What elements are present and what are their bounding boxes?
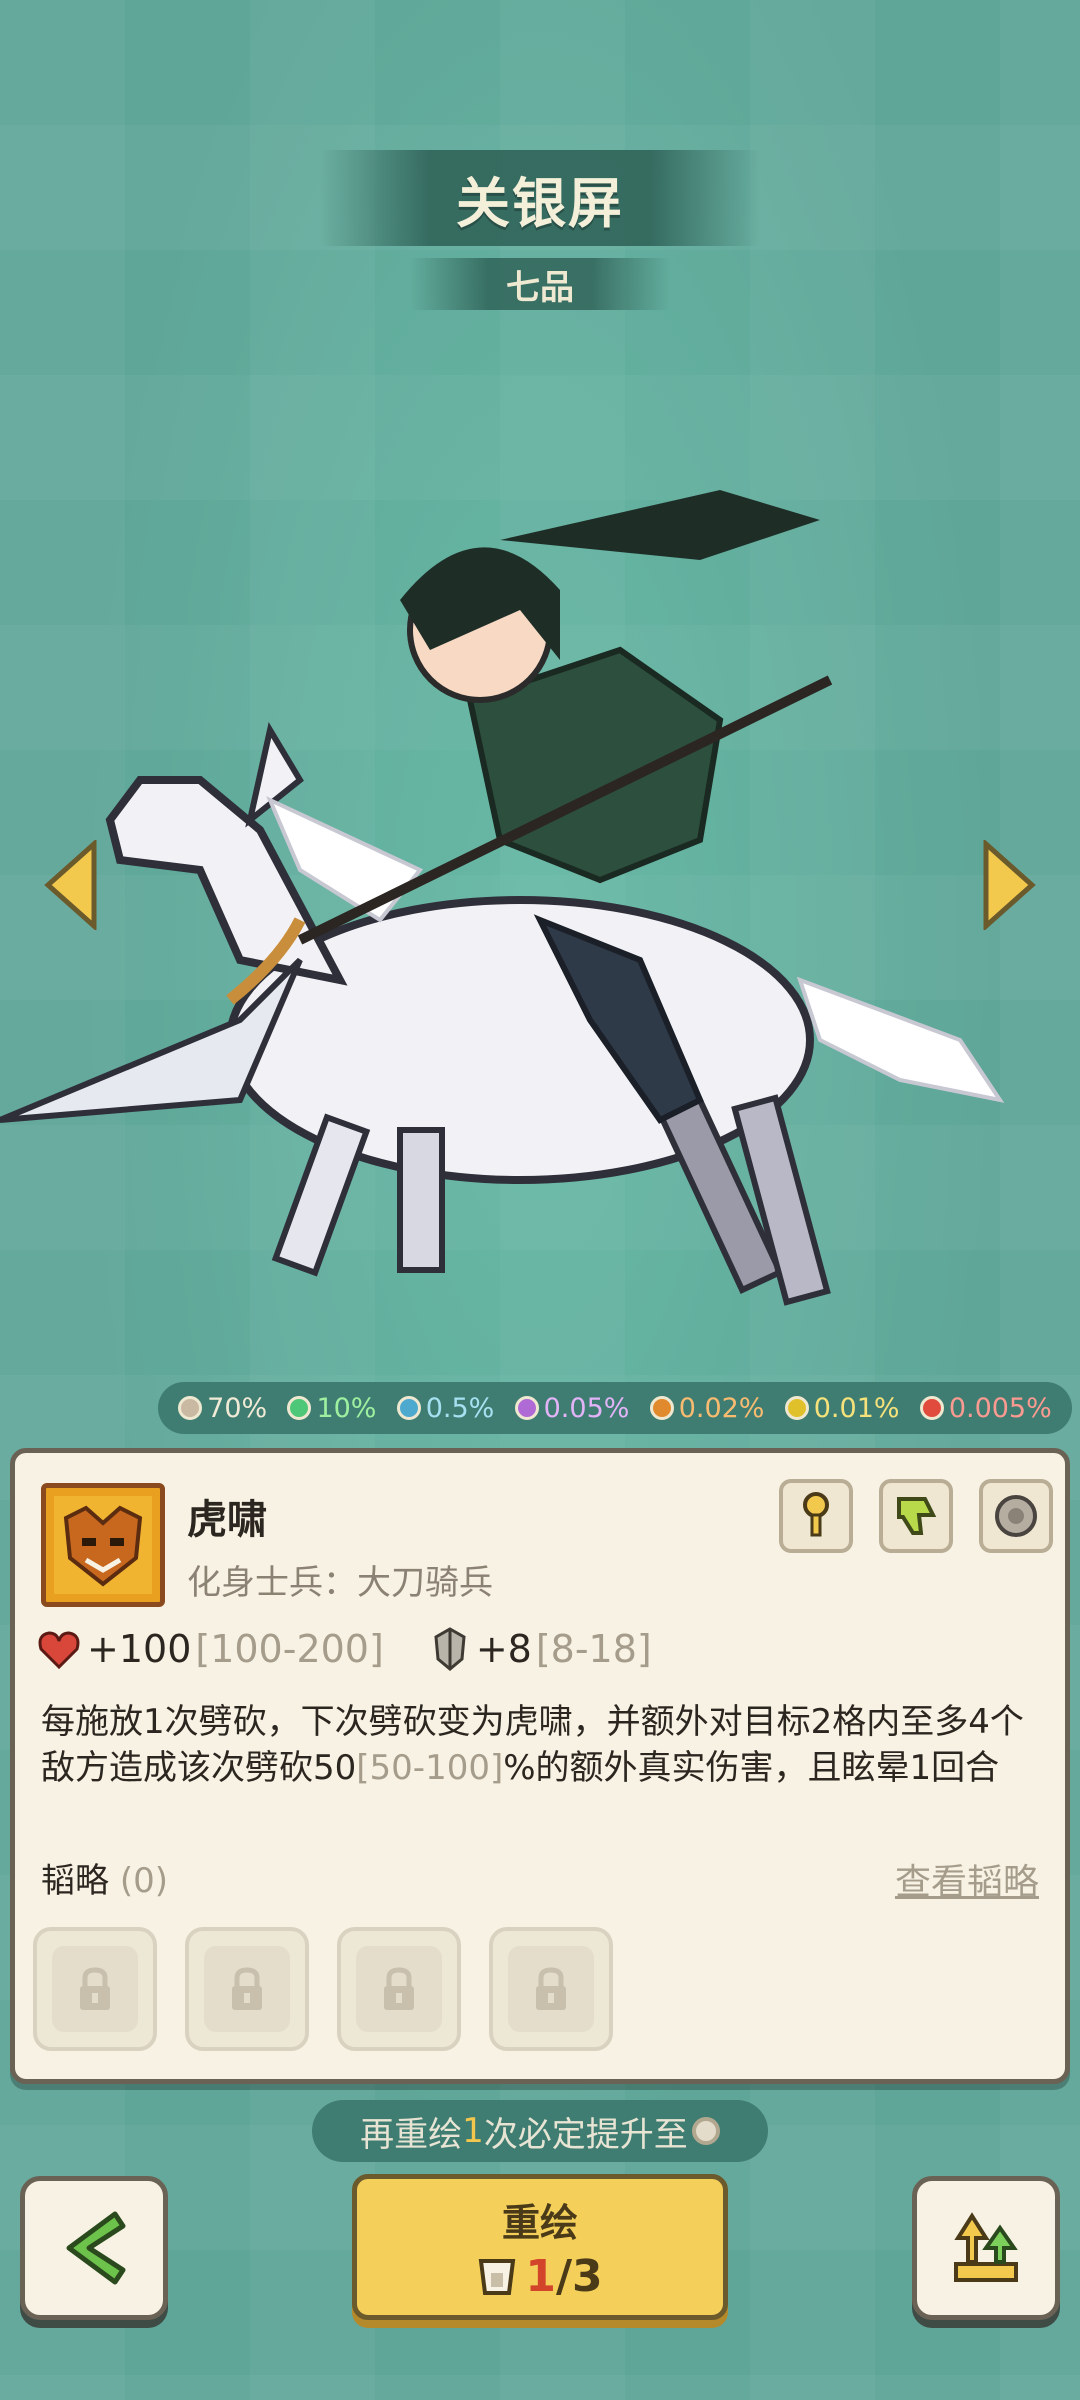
atk-range: [8-18] [535,1627,652,1671]
desc-part-b: %的额外真实伤害，且眩晕1回合 [503,1748,1000,1788]
quality-rates-bar: 70% 10% 0.5% 0.05% 0.02% 0.01% 0.005% [158,1382,1072,1434]
tactic-slot-2[interactable] [185,1927,309,2051]
skill-stats: +100 [100-200] +8 [8-18] [37,1627,652,1671]
hint-suffix: 次必定提升至 [483,2114,688,2155]
scroll-ticket-icon [479,2258,516,2295]
quality-rate-value: 0.005% [948,1392,1052,1424]
tactics-title: 韬略 [41,1861,109,1901]
redraw-label: 重绘 [501,2201,578,2245]
tiger-skill-icon [41,1483,165,1607]
quality-coin-icon [691,2117,720,2145]
desc-range: [50-100] [356,1748,504,1788]
hint-count: 1 [462,2111,484,2151]
redraw-hint: 再重绘 1 次必定提升至 [312,2100,768,2162]
back-button[interactable] [20,2176,168,2320]
quality-rate: 0.05% [514,1392,630,1424]
hp-range: [100-200] [195,1627,384,1671]
desc-value: 50 [313,1748,357,1788]
quality-dot-icon [649,1396,674,1420]
upgrade-button[interactable] [912,2176,1060,2320]
thumb-down-icon [897,1497,937,1535]
hint-prefix: 再重绘 [360,2114,463,2155]
heart-icon [38,1631,80,1669]
quality-rate-value: 0.02% [678,1392,765,1424]
quality-dot-icon [396,1396,421,1420]
upgrade-arrows-icon [954,2212,1018,2282]
quality-rate: 0.5% [396,1392,495,1424]
quality-rate-value: 0.01% [813,1392,900,1424]
hero-name-banner: 关银屏 [320,150,760,246]
shield-icon [434,1627,466,1671]
tactic-slot-4[interactable] [489,1927,613,2051]
record-icon [995,1495,1037,1537]
quality-rate: 70% [178,1393,267,1424]
quality-rate-value: 70% [207,1392,268,1424]
skill-card: 虎啸 化身士兵：大刀骑兵 +100 [100-200] +8 [8-18] 每施… [10,1448,1070,2084]
key-icon [803,1492,829,1537]
chevron-left-icon [66,2211,126,2285]
lock-icon [536,1967,566,2010]
tactics-count: (0) [119,1861,168,1901]
quality-rate: 0.02% [649,1392,765,1424]
quality-rate-value: 0.05% [543,1392,630,1424]
tactics-label: 韬略 (0) [41,1853,168,1902]
redraw-current: 1 [525,2251,556,2302]
lock-icon [384,1967,414,2010]
record-button[interactable] [979,1479,1053,1553]
view-tactics-link[interactable]: 查看韬略 [895,1853,1039,1905]
tactic-slot-3[interactable] [337,1927,461,2051]
lock-icon [232,1967,262,2010]
dislike-button[interactable] [879,1479,953,1553]
quality-dot-icon [784,1396,809,1420]
next-hero-arrow[interactable] [982,840,1038,930]
skill-subtitle: 化身士兵：大刀骑兵 [187,1563,493,1603]
tactic-slot-1[interactable] [33,1927,157,2051]
atk-bonus: +8 [475,1627,532,1671]
redraw-total: /3 [555,2251,603,2302]
lock-icon [80,1967,110,2010]
quality-rate-value: 0.5% [425,1392,495,1424]
quality-rate: 10% [287,1393,376,1424]
quality-rate: 0.01% [784,1392,900,1424]
skill-description: 每施放1次劈砍，下次劈砍变为虎啸，并额外对目标2格内至多4个敌方造成该次劈砍50… [41,1699,1051,1791]
key-button[interactable] [779,1479,853,1553]
hp-bonus: +100 [87,1627,192,1671]
hero-rank: 七品 [506,267,574,308]
skill-name: 虎啸 [187,1497,267,1543]
quality-dot-icon [287,1396,312,1420]
hero-name: 关银屏 [456,171,624,235]
hero-illustration [0,490,1005,1306]
quality-rate: 0.005% [919,1392,1052,1424]
hero-rank-banner: 七品 [410,258,670,310]
redraw-cost: 1/3 [477,2251,603,2302]
quality-dot-icon [514,1396,539,1420]
quality-dot-icon [178,1396,203,1420]
redraw-button[interactable]: 重绘 1/3 [352,2174,728,2320]
previous-hero-arrow[interactable] [42,840,98,930]
quality-dot-icon [919,1396,944,1420]
quality-rate-value: 10% [316,1392,377,1424]
